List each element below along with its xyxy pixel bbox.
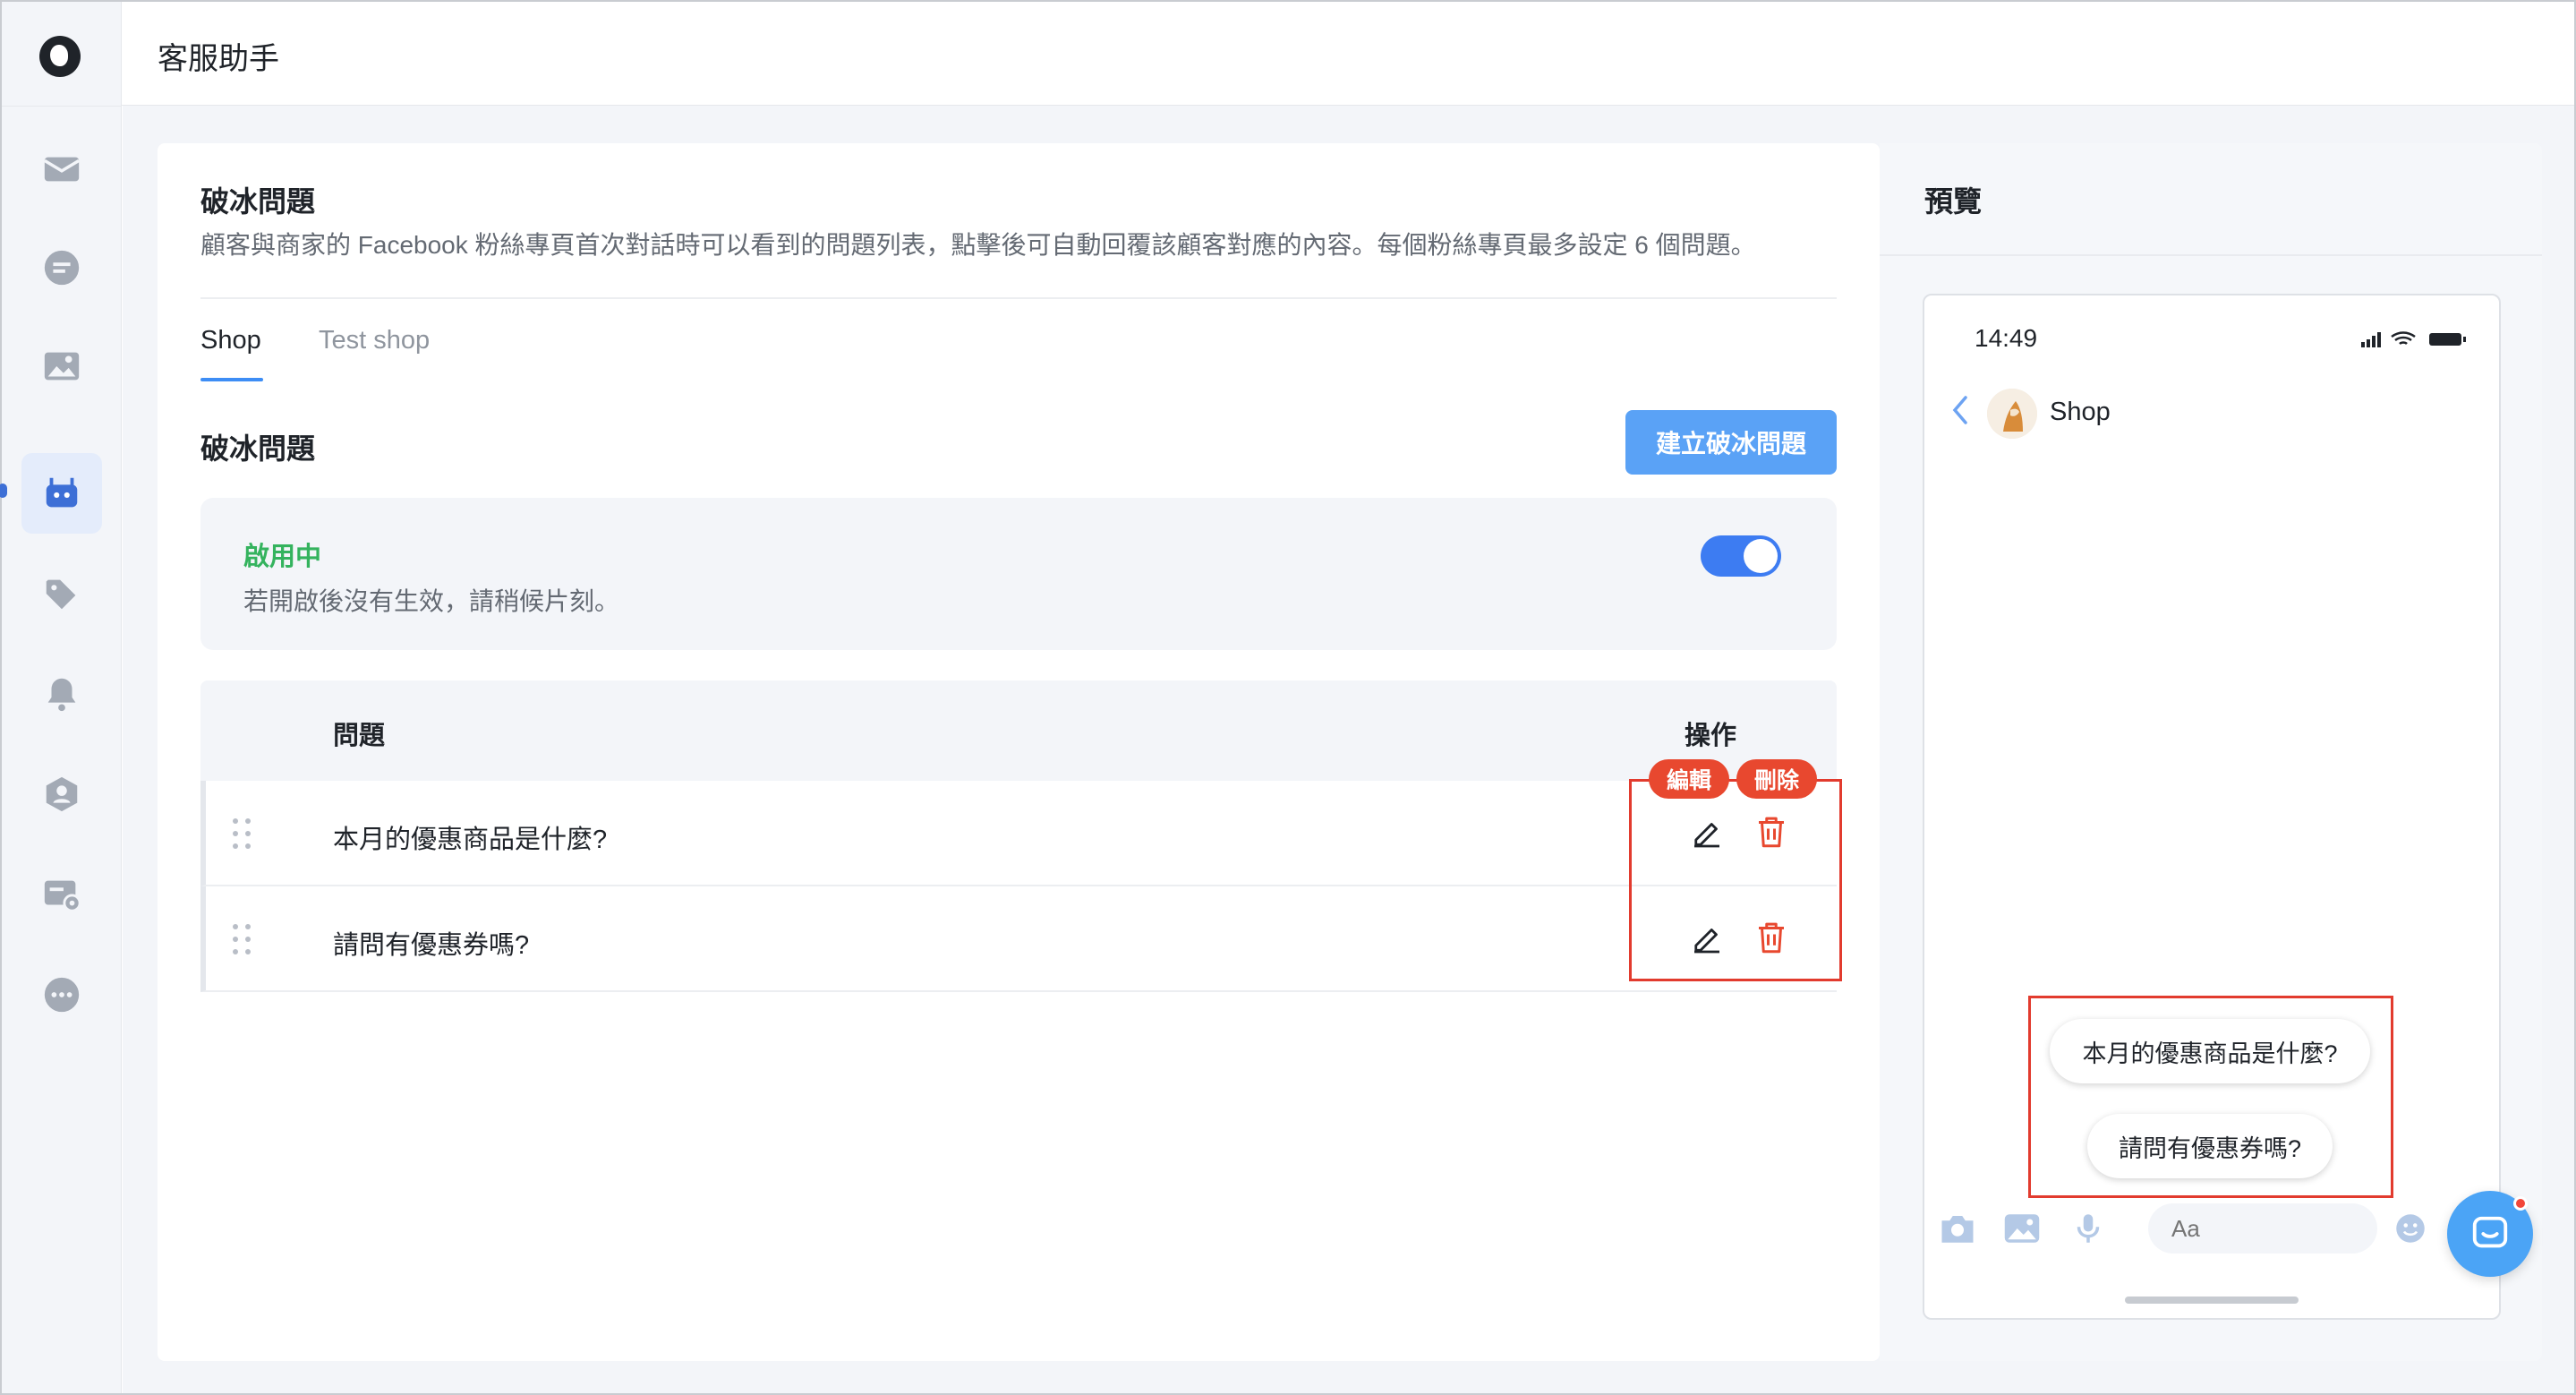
delete-label-badge: 刪除	[1736, 759, 1818, 799]
quick-reply-chip[interactable]: 請問有優惠券嗎?	[2087, 1114, 2333, 1178]
sidebar-item-media[interactable]	[21, 326, 102, 407]
sidebar-item-tags[interactable]	[21, 553, 102, 634]
image-icon	[44, 352, 80, 381]
quick-reply-chip[interactable]: 本月的優惠商品是什麼?	[2050, 1019, 2370, 1083]
sidebar-item-more[interactable]	[21, 954, 102, 1035]
top-bar: 客服助手	[122, 2, 2574, 106]
page-name: Shop	[2050, 398, 2111, 426]
user-shield-icon	[46, 776, 78, 812]
column-header-question: 問題	[333, 722, 386, 750]
tag-icon	[46, 579, 76, 610]
sidebar-item-chat[interactable]	[21, 227, 102, 308]
status-title: 啟用中	[243, 543, 322, 571]
drag-handle-icon[interactable]	[233, 924, 252, 954]
tab-shop[interactable]: Shop	[200, 326, 261, 355]
sidebar-item-chat-settings[interactable]	[21, 854, 102, 935]
sidebar-item-bot[interactable]	[21, 453, 102, 534]
sidebar-item-notifications[interactable]	[21, 654, 102, 734]
table-row: 請問有優惠券嗎?	[200, 886, 1837, 992]
status-panel: 啟用中 若開啟後沒有生效，請稍候片刻。	[200, 498, 1837, 650]
emoji-icon[interactable]	[2392, 1212, 2429, 1245]
preview-title: 預覽	[1924, 185, 1983, 218]
section-title: 破冰問題	[200, 185, 316, 218]
table-row: 本月的優惠商品是什麼?	[200, 781, 1837, 886]
column-header-actions: 操作	[1685, 722, 1737, 750]
table-header: 問題 操作	[200, 680, 1837, 781]
phone-status-icons	[2361, 331, 2466, 347]
enable-toggle[interactable]	[1701, 535, 1781, 577]
more-icon	[44, 977, 80, 1013]
home-indicator	[2125, 1297, 2299, 1304]
camera-icon[interactable]	[1939, 1212, 1976, 1245]
notification-dot	[2513, 1196, 2528, 1211]
chat-icon	[44, 250, 80, 286]
create-ice-breaker-button[interactable]: 建立破冰問題	[1625, 410, 1837, 475]
message-icon	[2472, 1216, 2508, 1248]
list-title: 破冰問題	[200, 432, 316, 465]
back-chevron-icon[interactable]	[1949, 394, 1971, 426]
mail-icon	[43, 157, 81, 182]
bell-icon	[47, 678, 76, 712]
microphone-icon[interactable]	[2069, 1212, 2107, 1245]
section-description: 顧客與商家的 Facebook 粉絲專頁首次對話時可以看到的問題列表，點擊後可自…	[200, 231, 1756, 259]
photo-icon[interactable]	[2003, 1212, 2041, 1245]
message-input[interactable]	[2148, 1203, 2377, 1254]
drag-handle-icon[interactable]	[233, 818, 252, 849]
app-logo[interactable]	[39, 36, 81, 77]
question-text: 請問有優惠券嗎?	[333, 931, 530, 960]
sidebar	[0, 2, 122, 1393]
question-text: 本月的優惠商品是什麼?	[333, 826, 608, 854]
page-avatar	[1987, 389, 2037, 439]
status-hint: 若開啟後沒有生效，請稍候片刻。	[243, 587, 620, 615]
divider	[200, 297, 1837, 299]
toggle-knob	[1744, 539, 1778, 573]
divider	[1880, 254, 2542, 256]
sidebar-item-users[interactable]	[21, 754, 102, 834]
questions-table: 問題 操作 本月的優惠商品是什麼? 請問有優惠券嗎?	[200, 680, 1837, 992]
ice-breaker-panel: 破冰問題 顧客與商家的 Facebook 粉絲專頁首次對話時可以看到的問題列表，…	[158, 143, 1880, 1361]
chat-settings-icon	[44, 880, 81, 912]
sidebar-item-mail[interactable]	[21, 129, 102, 210]
tab-active-underline	[200, 378, 263, 381]
message-composer	[1939, 1203, 2486, 1254]
tab-test-shop[interactable]: Test shop	[319, 326, 430, 355]
active-indicator	[0, 484, 7, 498]
actions-highlight-box	[1629, 779, 1842, 981]
bot-icon	[46, 477, 78, 508]
phone-time: 14:49	[1975, 324, 2038, 352]
sidebar-divider	[2, 106, 122, 107]
edit-label-badge: 編輯	[1649, 759, 1730, 799]
app-title: 客服助手	[158, 42, 279, 76]
support-chat-button[interactable]	[2447, 1191, 2533, 1277]
